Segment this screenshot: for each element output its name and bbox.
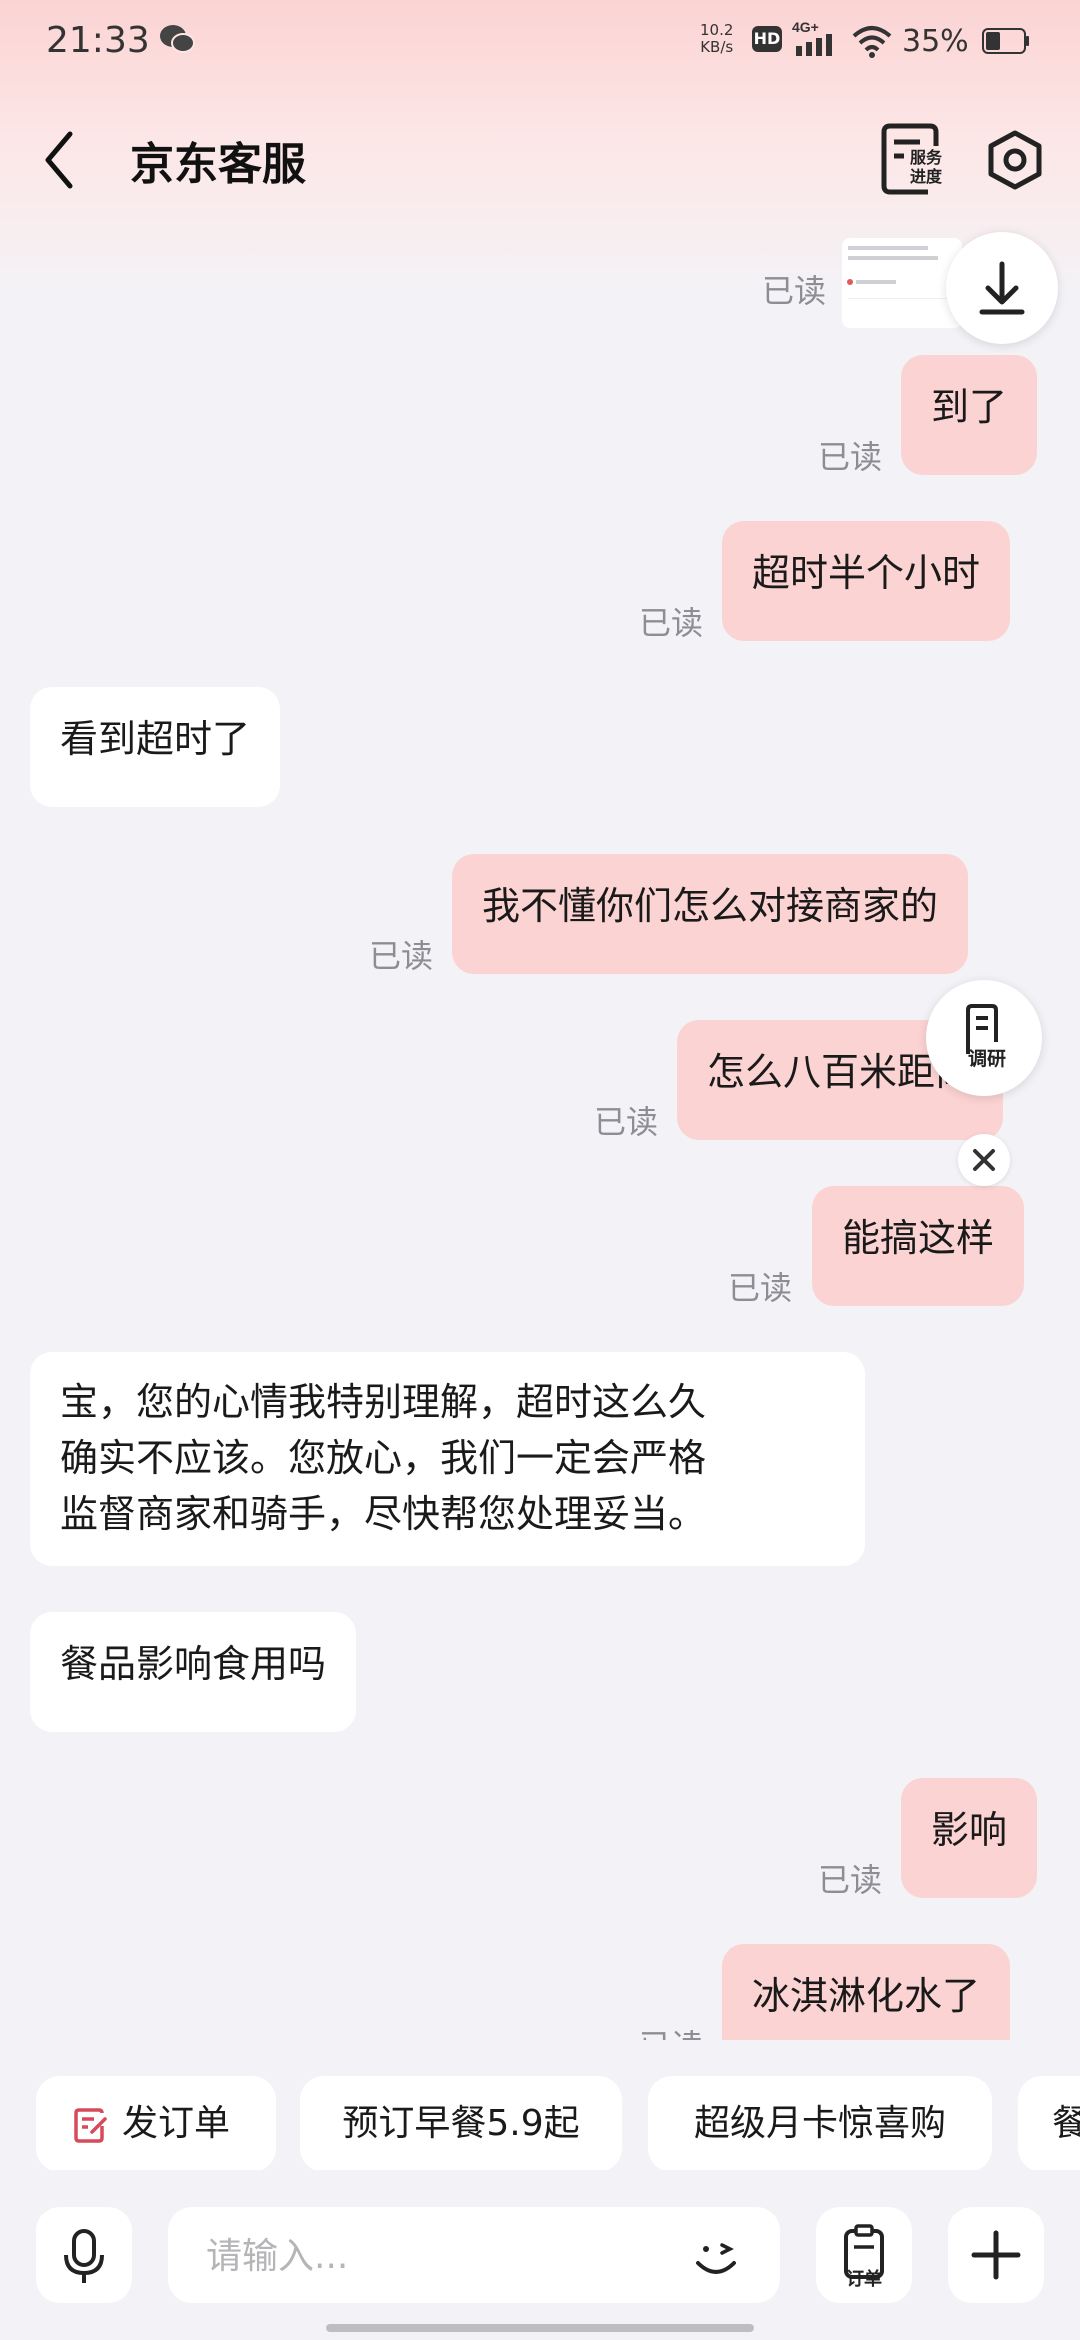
service-progress-label: 服务进度 <box>909 148 942 186</box>
read-status: 已读 <box>818 438 883 476</box>
survey-label: 调研 <box>967 1048 1006 1070</box>
survey-icon <box>966 1004 998 1054</box>
page-title: 京东客服 <box>130 139 306 190</box>
quick-reply-bar: 发订单 预订早餐5.9起 超级月卡惊喜购 餐 <box>0 2070 1080 2170</box>
chip-label: 发订单 <box>122 2103 231 2144</box>
voice-button[interactable] <box>36 2207 132 2303</box>
chat-list[interactable]: 已读 到了 已读 超时半个小时 已读 看到超时了 我不懂你们怎么对接商家的 已读… <box>0 220 1080 2040</box>
read-status: 已读 <box>639 2021 703 2040</box>
read-status: 已读 <box>728 1269 793 1307</box>
close-survey-button[interactable] <box>958 1134 1010 1186</box>
message-input-field[interactable] <box>168 2207 780 2305</box>
input-bar: 订单 <box>0 2205 1080 2305</box>
settings-icon[interactable] <box>986 130 1044 190</box>
net-speed: 10.2 KB/s <box>700 22 733 56</box>
emoji-icon[interactable] <box>688 2229 744 2285</box>
order-label: 订单 <box>846 2269 882 2290</box>
wifi-icon <box>852 26 892 58</box>
chip-send-order[interactable]: 发订单 <box>36 2076 276 2170</box>
more-button[interactable] <box>948 2207 1044 2303</box>
message-bubble-incoming[interactable]: 餐品影响食用吗 <box>30 1612 357 1732</box>
read-status: 已读 <box>369 937 434 975</box>
back-arrow-icon[interactable] <box>40 128 80 192</box>
battery-percent: 35% <box>902 24 969 59</box>
read-status: 已读 <box>818 1861 883 1899</box>
chip-partial[interactable]: 餐 <box>1018 2076 1080 2170</box>
status-time: 21:33 <box>46 20 150 61</box>
home-indicator[interactable] <box>326 2324 754 2332</box>
battery-icon <box>982 28 1029 54</box>
download-icon <box>979 261 1025 315</box>
order-card-preview <box>847 246 948 299</box>
survey-button[interactable]: 调研 <box>926 980 1042 1096</box>
message-bubble-outgoing[interactable]: 到了 <box>901 355 1038 475</box>
wechat-icon <box>160 25 195 53</box>
chat-header: 京东客服 服务进度 <box>0 110 1080 210</box>
message-input[interactable] <box>204 2207 668 2305</box>
net-speed-unit: KB/s <box>700 38 734 56</box>
message-bubble-incoming[interactable]: 看到超时了 <box>30 687 281 807</box>
read-status: 已读 <box>639 604 704 642</box>
message-bubble-incoming[interactable]: 宝，您的心情我特别理解，超时这么久 确实不应该。您放心，我们一定会严格 监督商家… <box>30 1352 865 1566</box>
message-bubble-outgoing[interactable]: 我不懂你们怎么对接商家的 <box>452 854 969 974</box>
close-icon <box>973 1149 995 1171</box>
read-status: 已读 <box>762 272 827 310</box>
signal-icon: 4G+ <box>792 20 832 56</box>
order-card-thumbnail[interactable] <box>842 238 962 328</box>
chip-breakfast[interactable]: 预订早餐5.9起 <box>300 2076 622 2170</box>
chip-monthly-card[interactable]: 超级月卡惊喜购 <box>648 2076 992 2170</box>
net-speed-value: 10.2 <box>700 21 734 39</box>
message-bubble-outgoing[interactable]: 影响 <box>901 1778 1038 1898</box>
microphone-icon <box>64 2229 104 2283</box>
plus-icon <box>971 2230 1021 2280</box>
read-status: 已读 <box>594 1103 659 1141</box>
order-button[interactable]: 订单 <box>816 2207 912 2303</box>
status-bar: 21:33 10.2 KB/s HD 4G+ 35% <box>0 0 1080 90</box>
hd-badge: HD <box>752 26 782 52</box>
order-edit-icon <box>74 2108 107 2143</box>
message-bubble-outgoing[interactable]: 超时半个小时 <box>722 521 1011 641</box>
network-type: 4G+ <box>792 20 819 35</box>
download-button[interactable] <box>946 232 1058 344</box>
message-bubble-outgoing[interactable]: 能搞这样 <box>812 1186 1025 1306</box>
message-bubble-outgoing[interactable]: 冰淇淋化水了 <box>722 1944 1011 2040</box>
